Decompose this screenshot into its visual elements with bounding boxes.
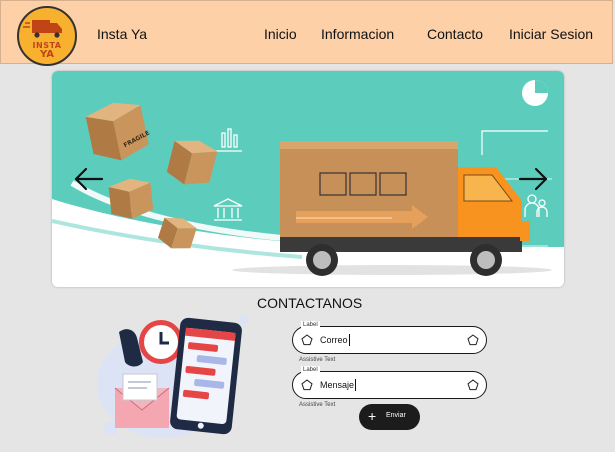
mensaje-input-value[interactable]: Mensaje bbox=[320, 379, 357, 391]
navbar: INSTA YA Insta Ya Inicio Informacion Con… bbox=[0, 0, 613, 66]
mensaje-assistive-text: Assistive Text bbox=[299, 402, 336, 408]
nav-link-inicio[interactable]: Inicio bbox=[264, 26, 297, 42]
correo-field[interactable]: Label Correo bbox=[292, 321, 487, 354]
pentagon-icon bbox=[467, 379, 479, 391]
mensaje-field-label: Label bbox=[301, 366, 320, 374]
send-button[interactable]: + Enviar bbox=[359, 404, 420, 430]
correo-field-label: Label bbox=[301, 321, 320, 329]
nav-link-iniciar-sesion[interactable]: Iniciar Sesion bbox=[509, 26, 593, 42]
pentagon-icon bbox=[301, 379, 313, 391]
correo-assistive-text: Assistive Text bbox=[299, 357, 336, 363]
correo-input-value[interactable]: Correo bbox=[320, 334, 350, 346]
pentagon-icon bbox=[301, 334, 313, 346]
mensaje-field[interactable]: Label Mensaje bbox=[292, 366, 487, 399]
logo[interactable]: INSTA YA bbox=[17, 6, 77, 66]
contact-illustration bbox=[97, 315, 248, 438]
hero-image: FRAGILE bbox=[52, 71, 564, 276]
plus-icon: + bbox=[368, 408, 377, 424]
nav-link-informacion[interactable]: Informacion bbox=[321, 26, 394, 42]
pie-chart-icon bbox=[522, 80, 548, 106]
send-button-label: Enviar bbox=[386, 412, 406, 419]
logo-text-bottom: YA bbox=[39, 49, 55, 60]
pentagon-icon bbox=[467, 334, 479, 346]
nav-link-contacto[interactable]: Contacto bbox=[427, 26, 483, 42]
brand-name[interactable]: Insta Ya bbox=[97, 26, 147, 42]
contact-title: CONTACTANOS bbox=[257, 295, 363, 311]
hero-carousel: FRAGILE bbox=[52, 71, 564, 287]
